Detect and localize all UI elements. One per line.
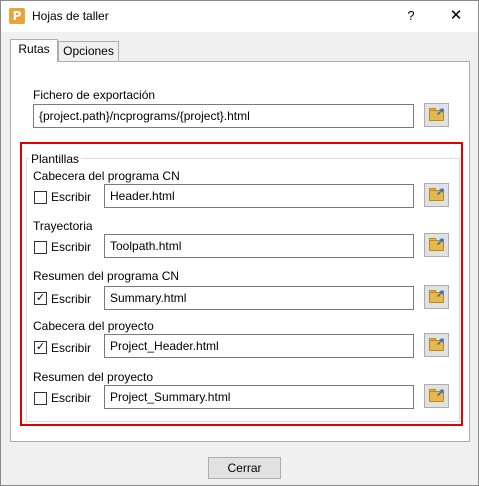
template-summary-checkbox[interactable]: ✓ — [34, 292, 47, 305]
checkbox-label: Escribir — [51, 391, 92, 405]
export-browse-button[interactable]: ➚ — [424, 103, 449, 127]
checkmark-icon: ✓ — [35, 341, 46, 353]
tab-rutas[interactable]: Rutas — [10, 39, 58, 62]
tab-opciones[interactable]: Opciones — [58, 41, 119, 62]
checkbox-label: Escribir — [51, 292, 92, 306]
templates-group-label: Plantillas — [29, 152, 82, 166]
close-window-button[interactable]: ✕ — [441, 5, 471, 27]
template-summary-label: Resumen del programa CN — [33, 269, 180, 283]
template-header-field[interactable]: Header.html — [104, 184, 414, 208]
template-project-summary-checkbox[interactable] — [34, 392, 47, 405]
export-file-label: Fichero de exportación — [33, 88, 156, 102]
template-project-summary-label: Resumen del proyecto — [33, 370, 154, 384]
template-project-summary-field[interactable]: Project_Summary.html — [104, 385, 414, 409]
dialog-window: P Hojas de taller ? ✕ Rutas Opciones Fic… — [0, 0, 479, 486]
template-project-header-checkbox[interactable]: ✓ — [34, 341, 47, 354]
template-project-header-browse-button[interactable]: ➚ — [424, 333, 449, 357]
checkbox-label: Escribir — [51, 341, 92, 355]
template-summary-browse-button[interactable]: ➚ — [424, 285, 449, 309]
template-toolpath-browse-button[interactable]: ➚ — [424, 233, 449, 257]
checkmark-icon: ✓ — [35, 292, 46, 304]
template-toolpath-checkbox[interactable] — [34, 241, 47, 254]
template-project-header-label: Cabecera del proyecto — [33, 319, 154, 333]
template-project-header-field[interactable]: Project_Header.html — [104, 334, 414, 358]
checkbox-label: Escribir — [51, 240, 92, 254]
help-button[interactable]: ? — [397, 5, 425, 27]
template-toolpath-label: Trayectoria — [33, 219, 93, 233]
template-header-label: Cabecera del programa CN — [33, 169, 180, 183]
template-toolpath-field[interactable]: Toolpath.html — [104, 234, 414, 258]
template-project-summary-browse-button[interactable]: ➚ — [424, 384, 449, 408]
window-title: Hojas de taller — [32, 9, 109, 23]
export-file-field[interactable]: {project.path}/ncprograms/{project}.html — [33, 104, 414, 128]
template-header-checkbox[interactable] — [34, 191, 47, 204]
app-icon: P — [9, 8, 25, 24]
close-button[interactable]: Cerrar — [208, 457, 281, 479]
template-header-browse-button[interactable]: ➚ — [424, 183, 449, 207]
title-bar: P Hojas de taller ? ✕ — [1, 1, 478, 32]
checkbox-label: Escribir — [51, 190, 92, 204]
template-summary-field[interactable]: Summary.html — [104, 286, 414, 310]
